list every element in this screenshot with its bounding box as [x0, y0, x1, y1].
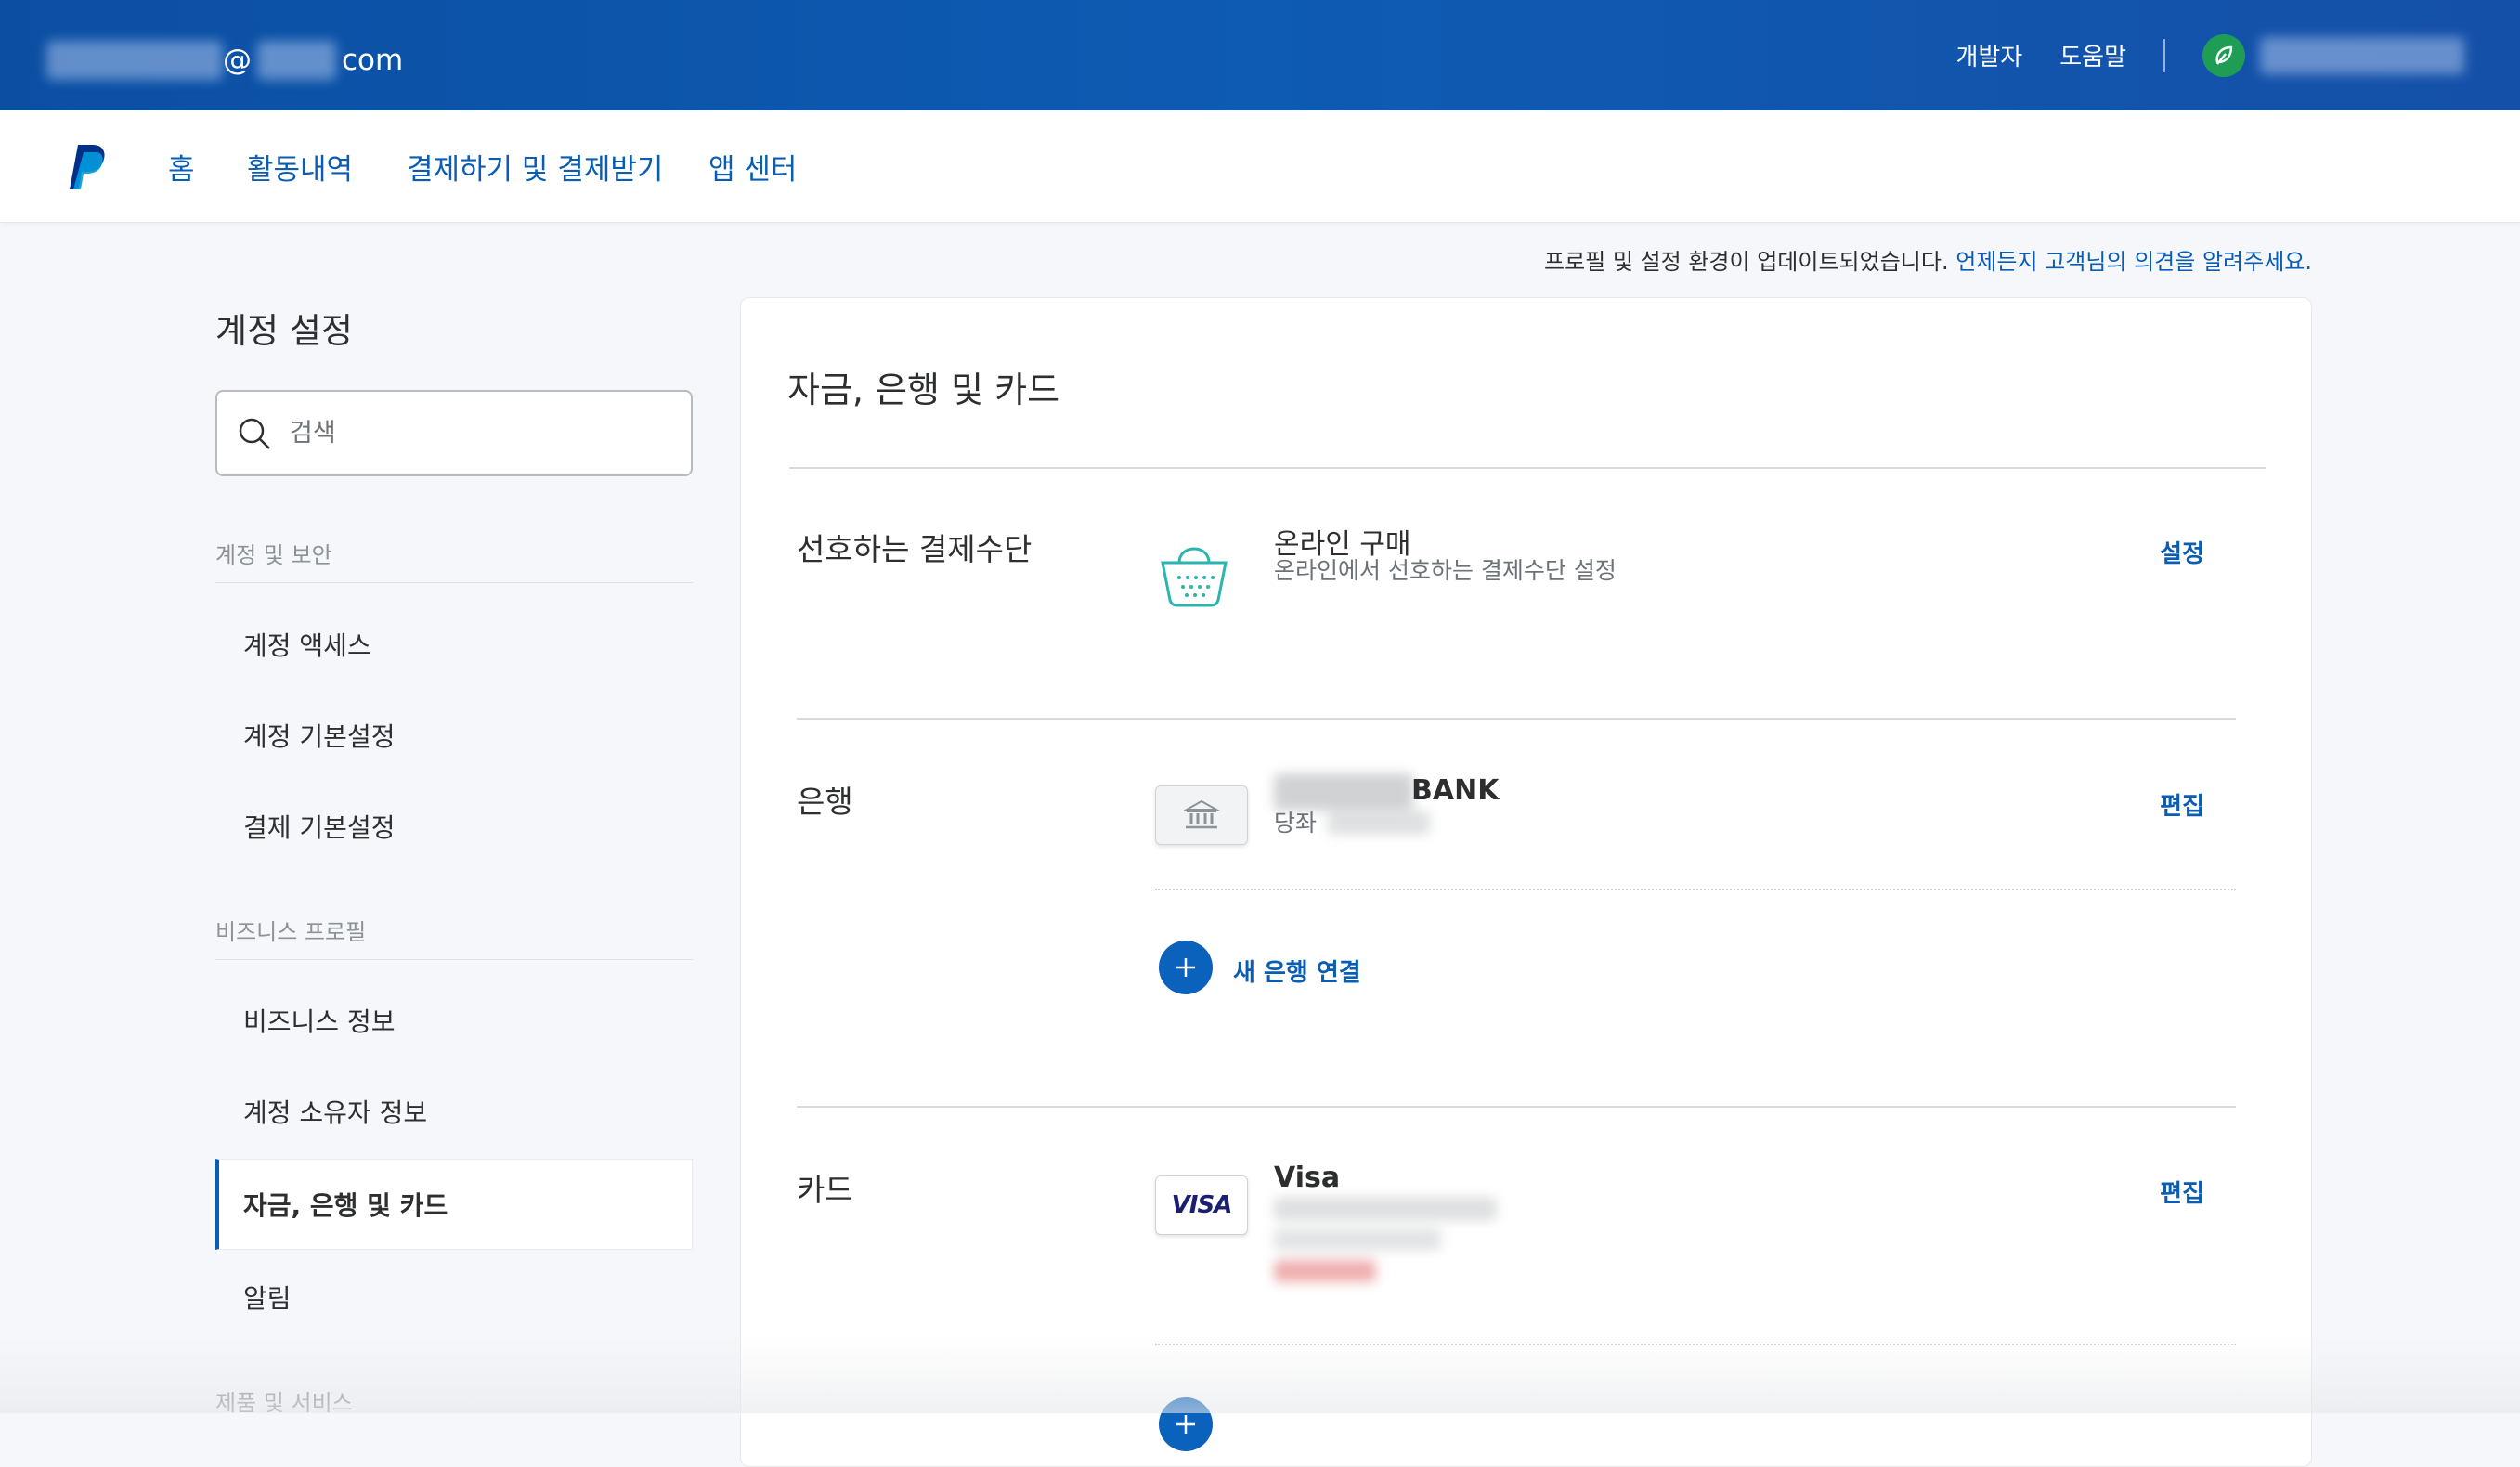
- bank-section-label: 은행: [797, 784, 853, 820]
- section-account-security: 계정 및 보안: [215, 537, 693, 583]
- sidebar-item-account-preferences[interactable]: 계정 기본설정: [215, 690, 693, 781]
- preferred-setup-link[interactable]: 설정: [2160, 535, 2204, 569]
- add-card-button[interactable]: [1159, 1397, 1213, 1451]
- add-bank-button[interactable]: [1159, 941, 1213, 994]
- card-edit-link[interactable]: 편집: [2160, 1175, 2204, 1209]
- nav-pay-and-get-paid[interactable]: 결제하기 및 결제받기: [407, 146, 663, 188]
- bank-building-icon: [1183, 799, 1220, 829]
- header-divider: [2163, 38, 2165, 72]
- account-email: @ com: [46, 37, 403, 84]
- top-links: 개발자 도움말: [1955, 0, 2520, 110]
- plus-icon: [1176, 958, 1195, 977]
- card-expiry-redacted: [1274, 1228, 1441, 1251]
- notice-text: 프로필 및 설정 환경이 업데이트되었습니다.: [1543, 249, 1956, 275]
- bank-account-redacted: [1328, 811, 1430, 835]
- panel-title: 자금, 은행 및 카드: [787, 370, 1060, 410]
- email-redacted-domain: [257, 41, 336, 80]
- section-business-profile: 비즈니스 프로필: [215, 914, 693, 960]
- online-purchase-subtitle: 온라인에서 선호하는 결제수단 설정: [1274, 557, 1617, 584]
- section-products-services: 제품 및 서비스: [215, 1390, 353, 1416]
- sidebar-title: 계정 설정: [215, 311, 353, 351]
- nav-activity[interactable]: 활동내역: [247, 146, 353, 188]
- sidebar-search[interactable]: [215, 390, 693, 476]
- card-status-redacted: [1274, 1260, 1376, 1282]
- search-input[interactable]: [290, 419, 661, 448]
- card-number-redacted: [1274, 1197, 1497, 1221]
- update-notice: 프로필 및 설정 환경이 업데이트되었습니다. 언제든지 고객님의 의견을 알려…: [1544, 243, 2312, 276]
- account-name-redacted[interactable]: [2260, 36, 2464, 74]
- add-bank-label[interactable]: 새 은행 연결: [1233, 954, 1361, 988]
- card-section-label: 카드: [797, 1172, 853, 1208]
- bank-divider: [797, 1106, 2236, 1108]
- search-icon: [239, 418, 270, 449]
- preferred-payment-label: 선호하는 결제수단: [797, 531, 1033, 567]
- preferred-divider: [797, 718, 2236, 720]
- visa-logo-text: VISA: [1171, 1191, 1233, 1219]
- paypal-logo-icon[interactable]: [65, 143, 108, 191]
- card-dotted-divider: [1155, 1344, 2236, 1345]
- title-divider: [789, 467, 2266, 469]
- feedback-link[interactable]: 언제든지 고객님의 의견을 알려주세요.: [1955, 249, 2312, 275]
- card-brand: Visa: [1274, 1162, 1341, 1194]
- sidebar-item-notifications[interactable]: 알림: [215, 1252, 693, 1343]
- bank-name-suffix: BANK: [1411, 774, 1500, 807]
- email-redacted-user: [46, 41, 223, 80]
- top-header: @ com 개발자 도움말: [0, 0, 2520, 110]
- email-suffix: com: [342, 44, 404, 77]
- sidebar-item-account-access[interactable]: 계정 액세스: [215, 599, 693, 690]
- nav-app-center[interactable]: 앱 센터: [708, 146, 797, 188]
- email-at: @: [223, 44, 252, 77]
- help-link[interactable]: 도움말: [2059, 38, 2126, 72]
- leaf-avatar-icon[interactable]: [2202, 33, 2245, 77]
- bank-account-type: 당좌: [1274, 810, 1318, 837]
- main-nav: 홈 활동내역 결제하기 및 결제받기 앱 센터: [0, 110, 2520, 223]
- nav-home[interactable]: 홈: [168, 146, 195, 188]
- sidebar-item-payment-preferences[interactable]: 결제 기본설정: [215, 781, 693, 872]
- bank-edit-link[interactable]: 편집: [2160, 787, 2204, 822]
- shopping-basket-icon: [1161, 547, 1228, 607]
- plus-icon: [1176, 1415, 1195, 1434]
- visa-logo-tile: VISA: [1155, 1175, 1248, 1235]
- money-banks-cards-panel: 자금, 은행 및 카드 선호하는 결제수단 온라인 구매 온라인에서 선호하는 …: [740, 297, 2312, 1467]
- sidebar-item-money-banks-cards[interactable]: 자금, 은행 및 카드: [215, 1159, 693, 1250]
- sidebar-item-account-owner[interactable]: 계정 소유자 정보: [215, 1066, 693, 1157]
- bank-logo-tile: [1155, 785, 1248, 845]
- sidebar-item-business-info[interactable]: 비즈니스 정보: [215, 975, 693, 1066]
- developer-link[interactable]: 개발자: [1955, 38, 2022, 72]
- bank-dotted-divider: [1155, 889, 2236, 890]
